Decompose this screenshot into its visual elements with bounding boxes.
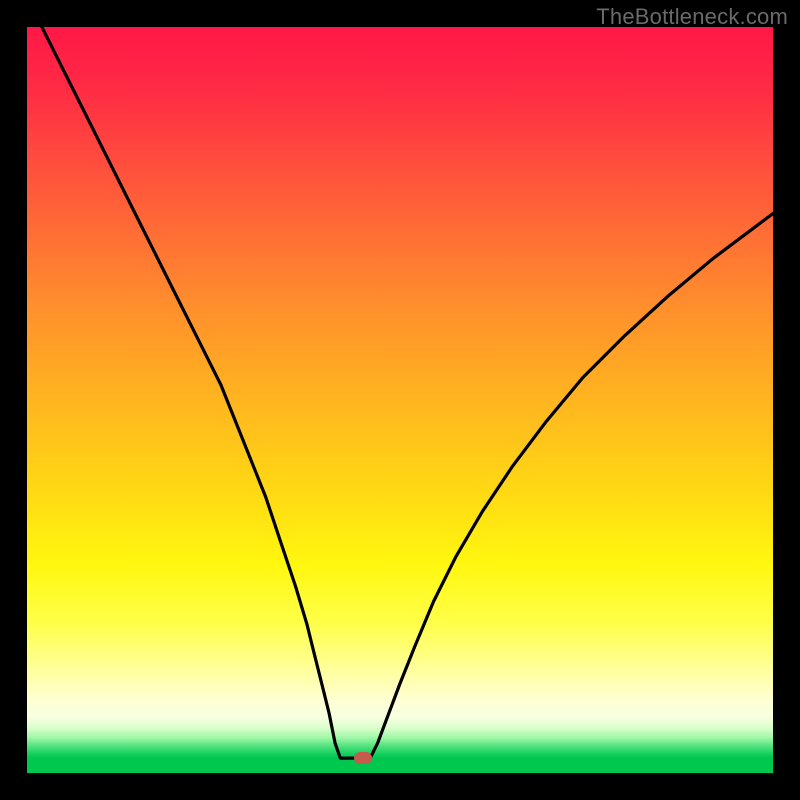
optimum-marker [354,752,372,764]
chart-frame: TheBottleneck.com [0,0,800,800]
watermark-text: TheBottleneck.com [596,4,788,30]
curve-path [42,27,773,758]
bottleneck-curve [27,27,773,773]
plot-area [27,27,773,773]
